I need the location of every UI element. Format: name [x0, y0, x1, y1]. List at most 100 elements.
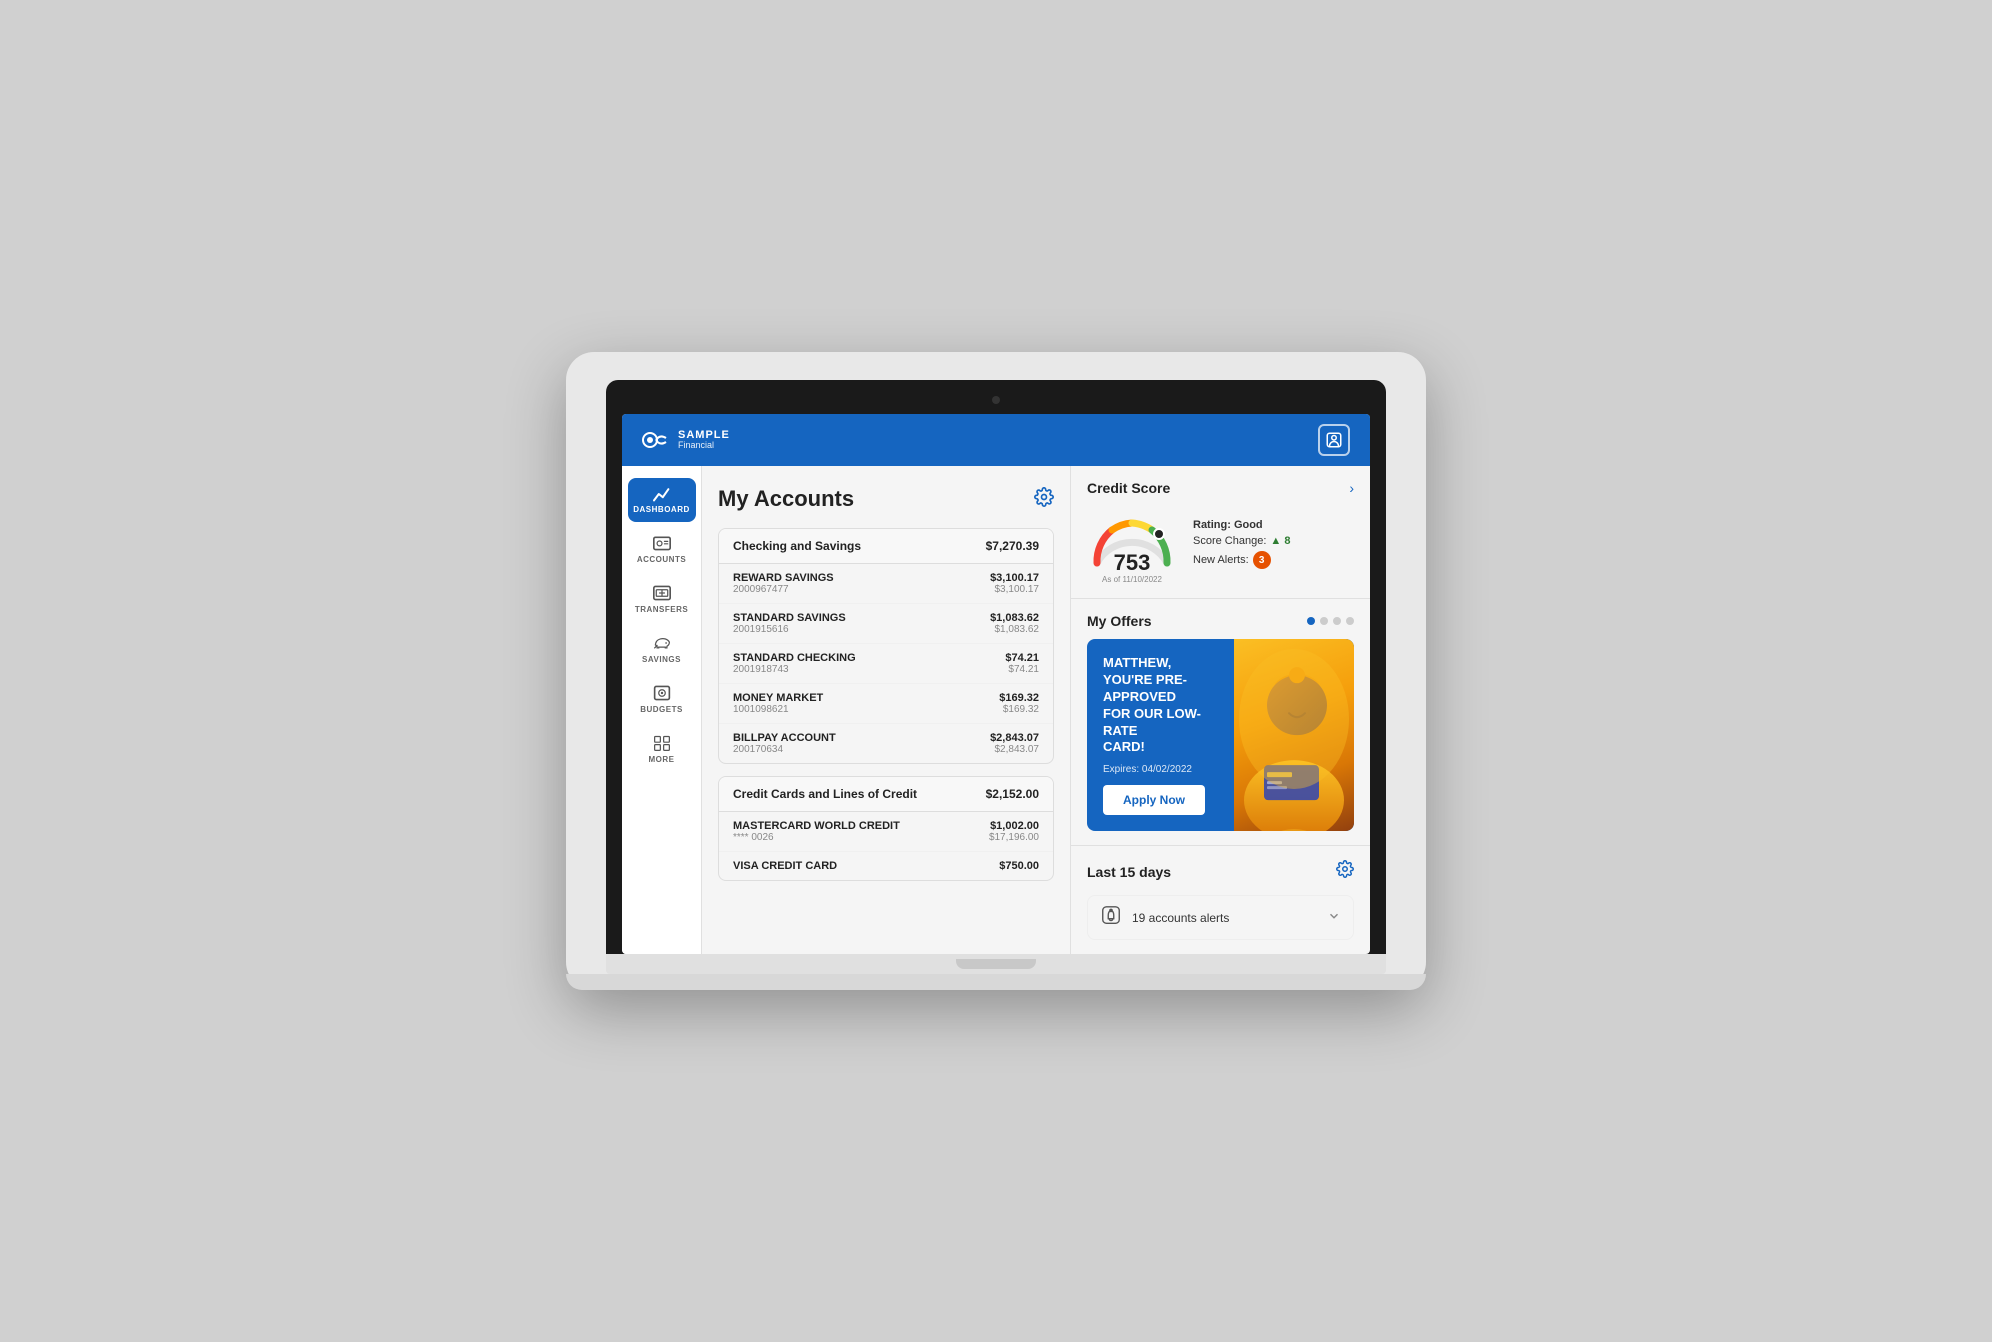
- page-title: My Accounts: [718, 486, 854, 512]
- new-alerts-row: New Alerts: 3: [1193, 551, 1354, 569]
- offer-card: MATTHEW,YOU'RE PRE-APPROVEDFOR OUR LOW-R…: [1087, 639, 1354, 831]
- account-number: **** 0026: [733, 832, 900, 843]
- sidebar-item-budgets[interactable]: BUDGETS: [628, 676, 696, 722]
- account-available: $3,100.17: [990, 584, 1039, 595]
- account-name: VISA CREDIT CARD: [733, 860, 837, 872]
- account-number: 2001918743: [733, 664, 856, 675]
- credit-gauge: 753 As of 11/10/2022: [1087, 508, 1177, 584]
- score-change-row: Score Change: ▲ 8: [1193, 535, 1354, 547]
- laptop-bottom: [566, 974, 1426, 990]
- offers-dots: [1307, 617, 1354, 625]
- alerts-left: 19 accounts alerts: [1100, 904, 1229, 931]
- last-days-settings-icon[interactable]: [1336, 860, 1354, 883]
- chevron-down-icon: [1327, 909, 1341, 926]
- left-panel: My Accounts: [702, 466, 1070, 954]
- credit-rating-row: Rating: Good: [1193, 519, 1354, 531]
- offer-content: MATTHEW,YOU'RE PRE-APPROVEDFOR OUR LOW-R…: [1087, 639, 1234, 831]
- credit-cards-section: Credit Cards and Lines of Credit $2,152.…: [718, 776, 1054, 881]
- savings-icon: [652, 634, 672, 652]
- credit-score-title: Credit Score: [1087, 480, 1170, 496]
- offers-dot-2[interactable]: [1320, 617, 1328, 625]
- accounts-settings-icon[interactable]: [1034, 487, 1054, 512]
- credit-score-date: As of 11/10/2022: [1087, 575, 1177, 584]
- offers-dot-4[interactable]: [1346, 617, 1354, 625]
- account-balance: $1,083.62: [990, 612, 1039, 624]
- brand-financial: Financial: [678, 441, 730, 451]
- account-name: STANDARD SAVINGS: [733, 612, 846, 624]
- brand-logo-icon: [642, 430, 670, 450]
- last-days-widget: Last 15 days: [1071, 846, 1370, 954]
- dashboard-icon: [652, 486, 672, 502]
- checking-savings-header: Checking and Savings $7,270.39: [719, 529, 1053, 564]
- account-balance: $3,100.17: [990, 572, 1039, 584]
- offers-dot-1[interactable]: [1307, 617, 1315, 625]
- table-row[interactable]: STANDARD SAVINGS 2001915616 $1,083.62 $1…: [719, 604, 1053, 644]
- table-row[interactable]: STANDARD CHECKING 2001918743 $74.21 $74.…: [719, 644, 1053, 684]
- last-days-header: Last 15 days: [1087, 860, 1354, 883]
- sidebar-item-dashboard[interactable]: DASHBOARD: [628, 478, 696, 522]
- account-balance: $1,002.00: [989, 820, 1039, 832]
- checking-savings-total: $7,270.39: [986, 539, 1039, 553]
- top-nav: SAMPLE Financial: [622, 414, 1370, 466]
- offer-expires: Expires: 04/02/2022: [1103, 764, 1218, 775]
- score-change-label: Score Change:: [1193, 535, 1266, 547]
- offer-headline: MATTHEW,YOU'RE PRE-APPROVEDFOR OUR LOW-R…: [1103, 655, 1218, 756]
- account-balance: $74.21: [1005, 652, 1039, 664]
- brand-logo-area: SAMPLE Financial: [642, 429, 730, 451]
- credit-cards-label: Credit Cards and Lines of Credit: [733, 787, 917, 801]
- score-change-value: ▲ 8: [1270, 535, 1290, 547]
- account-available: $169.32: [999, 704, 1039, 715]
- credit-rating-text: Rating: Good: [1193, 519, 1263, 531]
- laptop-notch: [956, 959, 1036, 969]
- checking-savings-section: Checking and Savings $7,270.39 REWARD SA…: [718, 528, 1054, 764]
- brand-text: SAMPLE Financial: [678, 429, 730, 451]
- sidebar-label-more: MORE: [649, 755, 675, 764]
- account-number: 2001915616: [733, 624, 846, 635]
- credit-score-widget: Credit Score ›: [1071, 466, 1370, 599]
- credit-score-value: 753: [1114, 550, 1151, 576]
- sidebar-item-more[interactable]: MORE: [628, 726, 696, 772]
- alerts-row[interactable]: 19 accounts alerts: [1087, 895, 1354, 940]
- sidebar-item-savings[interactable]: SAVINGS: [628, 626, 696, 672]
- new-alerts-label: New Alerts:: [1193, 554, 1249, 566]
- table-row[interactable]: MASTERCARD WORLD CREDIT **** 0026 $1,002…: [719, 812, 1053, 852]
- table-row[interactable]: MONEY MARKET 1001098621 $169.32 $169.32: [719, 684, 1053, 724]
- sidebar-item-accounts[interactable]: ACCOUNTS: [628, 526, 696, 572]
- credit-cards-header: Credit Cards and Lines of Credit $2,152.…: [719, 777, 1053, 812]
- accounts-icon: [652, 534, 672, 552]
- sidebar-label-transfers: TRANSFERS: [635, 605, 688, 614]
- sidebar-item-transfers[interactable]: TRANSFERS: [628, 576, 696, 622]
- table-row[interactable]: VISA CREDIT CARD $750.00: [719, 852, 1053, 880]
- credit-details: Rating: Good Score Change: ▲ 8 New Alert…: [1193, 519, 1354, 573]
- account-number: 200170634: [733, 744, 836, 755]
- last-days-title: Last 15 days: [1087, 864, 1171, 880]
- account-balance: $169.32: [999, 692, 1039, 704]
- apply-now-button[interactable]: Apply Now: [1103, 785, 1205, 815]
- account-name: STANDARD CHECKING: [733, 652, 856, 664]
- right-panel: Credit Score ›: [1070, 466, 1370, 954]
- table-row[interactable]: REWARD SAVINGS 2000967477 $3,100.17 $3,1…: [719, 564, 1053, 604]
- credit-score-header: Credit Score ›: [1087, 480, 1354, 496]
- nav-user-button[interactable]: [1318, 424, 1350, 456]
- sidebar-label-budgets: BUDGETS: [640, 705, 683, 714]
- account-number: 2000967477: [733, 584, 834, 595]
- account-name: MASTERCARD WORLD CREDIT: [733, 820, 900, 832]
- account-balance: $750.00: [999, 860, 1039, 872]
- new-alerts-badge: 3: [1253, 551, 1271, 569]
- alerts-text: 19 accounts alerts: [1132, 911, 1229, 925]
- credit-score-content: 753 As of 11/10/2022 Rating: Good S: [1087, 508, 1354, 584]
- account-available: $74.21: [1005, 664, 1039, 675]
- credit-score-arrow[interactable]: ›: [1349, 480, 1354, 496]
- account-balance: $2,843.07: [990, 732, 1039, 744]
- sidebar-label-dashboard: DASHBOARD: [633, 505, 690, 514]
- offer-image: [1234, 639, 1354, 831]
- account-number: 1001098621: [733, 704, 823, 715]
- laptop-camera: [992, 396, 1000, 404]
- sidebar-label-savings: SAVINGS: [642, 655, 681, 664]
- checking-savings-label: Checking and Savings: [733, 539, 861, 553]
- table-row[interactable]: BILLPAY ACCOUNT 200170634 $2,843.07 $2,8…: [719, 724, 1053, 763]
- offers-dot-3[interactable]: [1333, 617, 1341, 625]
- page-header: My Accounts: [718, 486, 1054, 512]
- more-icon: [652, 734, 672, 752]
- bell-icon: [1100, 904, 1122, 931]
